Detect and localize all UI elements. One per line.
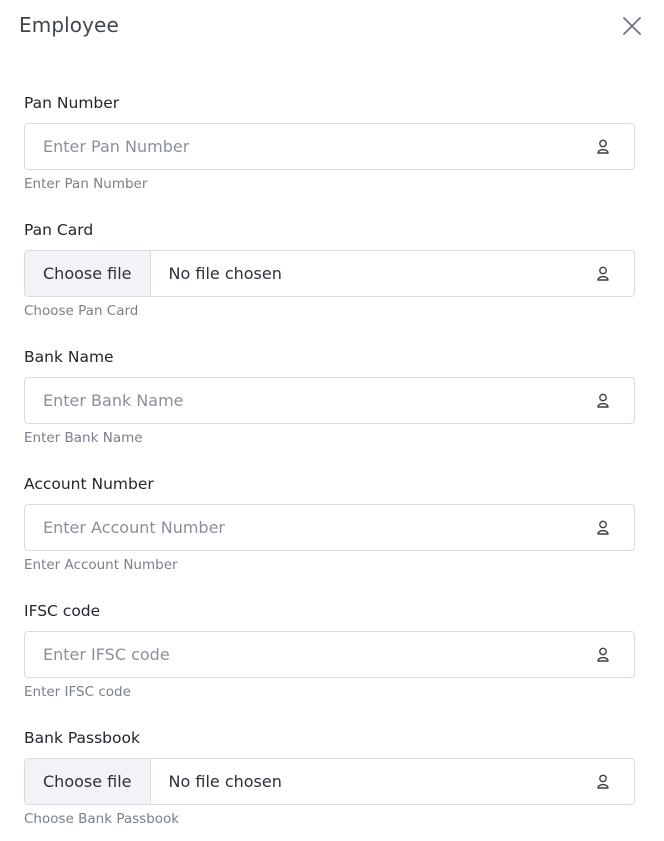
bank-name-label: Bank Name	[24, 348, 114, 366]
pan-number-label: Pan Number	[24, 94, 120, 112]
user-icon	[596, 266, 610, 281]
pan-number-field: Pan Number Enter Pan Number	[24, 92, 635, 192]
pan-card-file-status: No file chosen	[168, 264, 282, 283]
user-icon	[596, 774, 610, 789]
bank-name-hint: Enter Bank Name	[24, 430, 143, 446]
bank-name-field: Bank Name Enter Bank Name	[24, 346, 635, 446]
account-number-input-wrap	[24, 504, 635, 551]
user-icon	[596, 393, 610, 408]
bank-name-input-wrap	[24, 377, 635, 424]
ifsc-code-input[interactable]	[25, 632, 596, 677]
modal-title: Employee	[19, 13, 119, 37]
pan-card-hint: Choose Pan Card	[24, 303, 139, 319]
account-number-input[interactable]	[25, 505, 596, 550]
account-number-label: Account Number	[24, 475, 154, 493]
pan-card-choose-file-button[interactable]: Choose file	[25, 251, 151, 296]
user-icon	[596, 520, 610, 535]
pan-card-field: Pan Card Choose file No file chosen Choo…	[24, 219, 635, 319]
bank-passbook-choose-file-button[interactable]: Choose file	[25, 759, 151, 804]
bank-passbook-file-status: No file chosen	[168, 772, 282, 791]
user-icon	[596, 647, 610, 662]
pan-card-label: Pan Card	[24, 221, 94, 239]
bank-passbook-file-input[interactable]: Choose file No file chosen	[24, 758, 635, 805]
pan-card-file-input[interactable]: Choose file No file chosen	[24, 250, 635, 297]
pan-number-hint: Enter Pan Number	[24, 176, 148, 192]
bank-passbook-label: Bank Passbook	[24, 729, 140, 747]
account-number-hint: Enter Account Number	[24, 557, 178, 573]
close-button[interactable]	[620, 14, 644, 38]
ifsc-code-input-wrap	[24, 631, 635, 678]
ifsc-code-label: IFSC code	[24, 602, 101, 620]
bank-passbook-hint: Choose Bank Passbook	[24, 811, 180, 827]
bank-passbook-field: Bank Passbook Choose file No file chosen…	[24, 727, 635, 827]
employee-modal: Employee Pan Number Enter Pan Number Pan…	[0, 0, 664, 841]
ifsc-code-field: IFSC code Enter IFSC code	[24, 600, 635, 700]
pan-number-input[interactable]	[25, 124, 596, 169]
user-icon	[596, 139, 610, 154]
pan-number-input-wrap	[24, 123, 635, 170]
bank-name-input[interactable]	[25, 378, 596, 423]
ifsc-code-hint: Enter IFSC code	[24, 684, 131, 700]
close-icon	[623, 17, 641, 35]
account-number-field: Account Number Enter Account Number	[24, 473, 635, 573]
